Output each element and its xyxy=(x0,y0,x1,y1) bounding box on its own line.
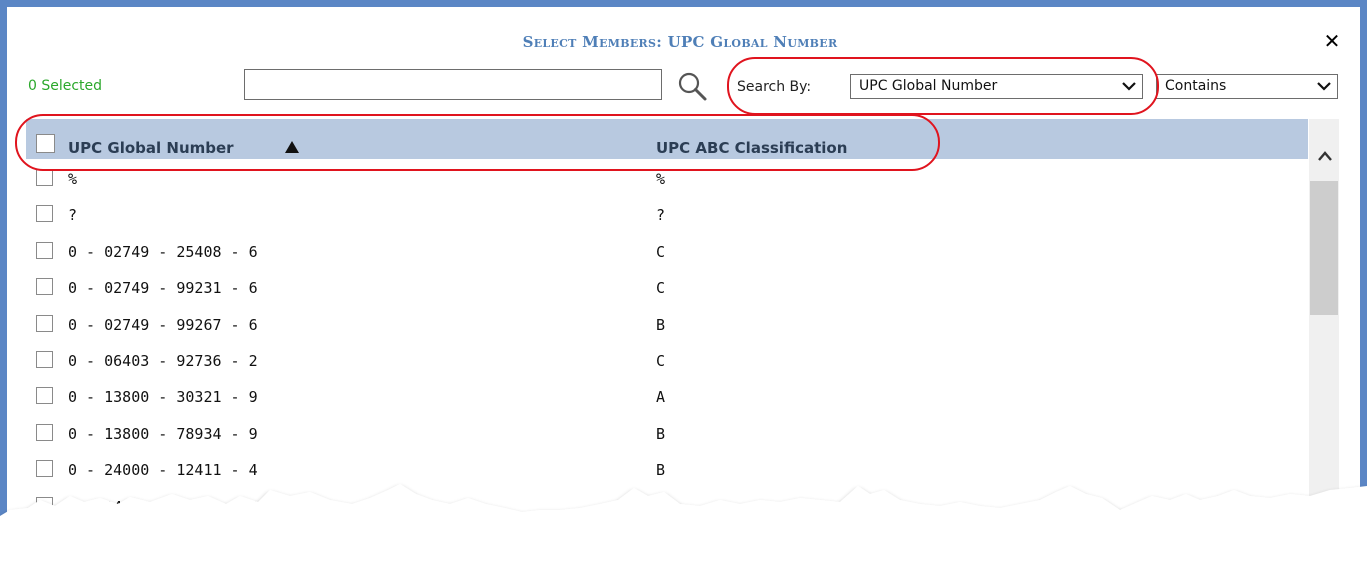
column-header-upc-abc-classification[interactable]: UPC ABC Classification xyxy=(656,139,847,157)
close-icon[interactable]: ✕ xyxy=(1322,31,1342,51)
table-row[interactable]: 0 - 02749 - 99231 - 6 C xyxy=(26,270,1306,306)
dialog-title: Select Members: UPC Global Number xyxy=(522,33,838,51)
sort-ascending-icon[interactable] xyxy=(284,140,300,154)
table-row[interactable]: 0 - 13800 - 78934 - 9 B xyxy=(26,416,1306,452)
abc-cell: B xyxy=(656,315,666,334)
upc-cell: 0 - 02749 - 25408 - 6 xyxy=(68,242,258,261)
abc-cell: C xyxy=(656,351,666,370)
row-checkbox[interactable] xyxy=(36,241,53,259)
chevron-down-icon xyxy=(1317,82,1331,91)
abc-cell: B xyxy=(656,424,666,443)
match-mode-value: Contains xyxy=(1165,78,1227,94)
upc-cell: 0 - 02749 - 99231 - 6 xyxy=(68,279,258,298)
search-icon[interactable] xyxy=(675,70,709,102)
row-checkbox[interactable] xyxy=(36,205,53,223)
chevron-down-icon xyxy=(1122,82,1136,91)
row-checkbox[interactable] xyxy=(36,350,53,368)
table-row[interactable]: 0 - 13800 - 30321 - 9 A xyxy=(26,379,1306,415)
selected-count: 0 Selected xyxy=(28,78,103,94)
scroll-up-icon[interactable] xyxy=(1317,149,1333,163)
abc-cell: C xyxy=(656,242,666,261)
upc-cell: % xyxy=(68,170,78,188)
abc-cell: % xyxy=(656,170,666,188)
match-mode-select[interactable]: Contains xyxy=(1156,74,1338,99)
upc-cell: 0 - 13800 - 78934 - 9 xyxy=(68,424,258,443)
row-checkbox[interactable] xyxy=(36,278,53,296)
row-checkbox[interactable] xyxy=(36,169,53,186)
table-header: UPC Global Number UPC ABC Classification xyxy=(26,119,1308,159)
table-row[interactable]: 0 - 02749 - 99267 - 6 B xyxy=(26,307,1306,343)
table-row[interactable]: 0 - 06403 - 92736 - 2 C xyxy=(26,343,1306,379)
abc-cell: C xyxy=(656,279,666,298)
upc-cell: 0 - 06403 - 92736 - 2 xyxy=(68,351,258,370)
dialog-border-right xyxy=(1360,0,1367,500)
table-row[interactable]: ?? xyxy=(26,197,1306,233)
select-all-checkbox[interactable] xyxy=(36,134,55,153)
column-header-upc-global-number[interactable]: UPC Global Number xyxy=(68,139,234,157)
upc-cell: ? xyxy=(68,206,78,225)
select-members-dialog: Select Members: UPC Global Number ✕ 0 Se… xyxy=(0,0,1367,567)
table-row[interactable]: %% xyxy=(26,161,1306,197)
table-row[interactable]: 0 - 02749 - 25408 - 6 C xyxy=(26,234,1306,270)
scrollbar-thumb[interactable] xyxy=(1310,181,1338,315)
abc-cell: A xyxy=(656,388,666,407)
search-input[interactable] xyxy=(244,69,662,100)
abc-cell: ? xyxy=(656,206,666,225)
search-by-label: Search By: xyxy=(737,79,812,95)
row-checkbox[interactable] xyxy=(36,423,53,441)
search-by-value: UPC Global Number xyxy=(859,78,998,94)
row-checkbox[interactable] xyxy=(36,314,53,332)
search-by-select[interactable]: UPC Global Number xyxy=(850,74,1143,99)
upc-cell: 0 - 02749 - 99267 - 6 xyxy=(68,315,258,334)
dialog-border-top xyxy=(0,0,1367,7)
row-checkbox[interactable] xyxy=(36,387,53,405)
upc-cell: 0 - 13800 - 30321 - 9 xyxy=(68,388,258,407)
torn-edge xyxy=(0,484,1367,567)
